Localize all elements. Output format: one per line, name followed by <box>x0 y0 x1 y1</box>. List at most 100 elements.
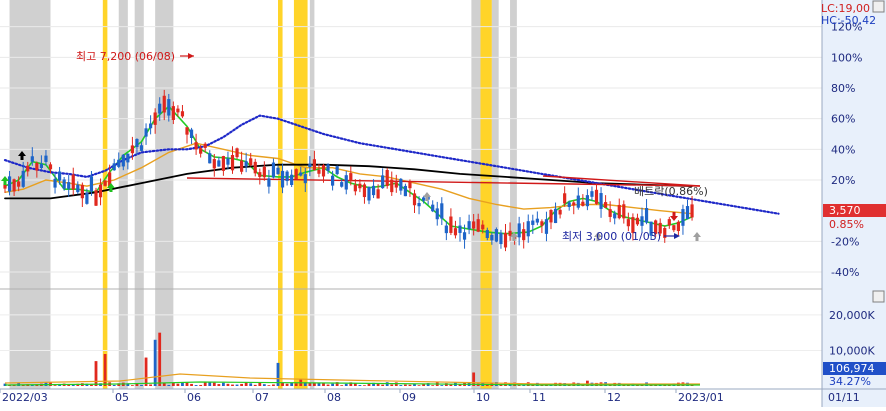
candle-body <box>76 184 80 193</box>
price-tick-label: 100% <box>831 51 862 64</box>
candle-body <box>158 103 162 114</box>
volume-bar <box>417 385 421 386</box>
candle-body <box>622 204 626 219</box>
candle-body <box>331 175 335 186</box>
candle-body <box>640 216 644 226</box>
volume-bar <box>140 384 143 386</box>
volume-bar <box>53 385 57 386</box>
x-tick-label: 08 <box>327 391 341 404</box>
stock-chart[interactable]: 120%100%80%60%40%20%-20%-40% 20,000K10,0… <box>0 0 886 407</box>
candle-body <box>403 185 407 197</box>
candle-body <box>522 229 526 241</box>
volume-bar <box>240 383 243 386</box>
candle-body <box>340 182 344 187</box>
shaded-period <box>309 0 315 389</box>
volume-bar <box>167 384 171 386</box>
candle-body <box>153 112 157 125</box>
candle-body <box>544 219 549 234</box>
price-tick-label: -20% <box>831 235 859 248</box>
candle-body <box>540 221 544 226</box>
price-tick-label: 40% <box>831 143 855 156</box>
volume-bar <box>171 382 175 386</box>
candle-body <box>53 178 57 188</box>
candle-body <box>176 108 180 113</box>
candle-body <box>453 228 458 236</box>
x-tick-label: 11 <box>532 391 546 404</box>
volume-bar <box>267 385 271 386</box>
candle-body <box>312 159 316 171</box>
candle-body <box>563 193 567 204</box>
shaded-period <box>480 0 492 389</box>
candle-body <box>230 155 235 171</box>
volume-bar <box>440 385 444 386</box>
candle-body <box>285 171 289 182</box>
ratio-annotation: 배트락(0.86%) <box>634 185 708 198</box>
candle-body <box>385 170 389 186</box>
candle-body <box>399 178 403 191</box>
candle-body <box>644 208 649 223</box>
price-badge-pct: 0.85% <box>829 218 864 231</box>
volume-bar <box>326 384 330 386</box>
volume-bar <box>212 382 216 386</box>
volume-bar <box>449 384 453 386</box>
candle-body <box>585 195 589 207</box>
x-tick-label: 2022/03 <box>2 391 48 404</box>
candle-body <box>417 203 421 207</box>
volume-bar <box>199 384 203 386</box>
volume-bar <box>217 384 221 386</box>
collapse-button-price[interactable] <box>872 0 885 13</box>
candle-body <box>572 202 576 206</box>
x-tick-label: 01/11 <box>828 391 860 404</box>
volume-bar <box>90 384 93 386</box>
volume-bar <box>176 383 180 386</box>
volume-bar <box>194 385 198 386</box>
candle-body <box>185 127 189 135</box>
candle-body <box>472 221 476 229</box>
volume-tick-label: 10,000K <box>829 344 875 357</box>
candle-body <box>494 229 498 242</box>
candle-body <box>226 158 230 165</box>
candle-body <box>353 184 357 192</box>
candle-body <box>635 217 640 225</box>
volume-bar <box>158 332 162 386</box>
candle-body <box>667 219 671 226</box>
volume-bar <box>208 382 212 386</box>
candle-body <box>676 221 680 232</box>
volume-bar <box>112 385 116 386</box>
candle-body <box>17 181 21 187</box>
candle-body <box>462 232 467 240</box>
candle-body <box>290 174 294 185</box>
candle-body <box>126 153 130 163</box>
candle-body <box>271 162 276 178</box>
volume-bar <box>262 384 266 386</box>
candle-body <box>681 209 685 226</box>
candle-body <box>221 156 225 171</box>
candle-body <box>253 161 257 174</box>
candle-body <box>208 153 212 164</box>
candle-body <box>21 170 25 187</box>
candle-body <box>485 229 489 239</box>
volume-bar <box>340 385 344 386</box>
x-tick-label: 07 <box>255 391 269 404</box>
volume-bar <box>226 383 230 386</box>
candle-body <box>381 175 385 189</box>
candle-body <box>608 209 612 217</box>
candle-body <box>394 182 398 188</box>
high-annotation: 최고 7,200 (06/08) <box>76 50 175 63</box>
candle-body <box>144 128 148 137</box>
candle-body <box>326 164 330 171</box>
collapse-button-volume[interactable] <box>872 290 885 303</box>
candle-body <box>276 167 280 175</box>
volume-bar <box>358 385 362 386</box>
candle-body <box>553 208 558 224</box>
volume-bar <box>235 384 239 386</box>
candle-body <box>503 232 508 248</box>
candle-body <box>262 166 266 178</box>
volume-bar <box>153 339 157 386</box>
candle-body <box>672 225 676 231</box>
candle-body <box>412 193 417 206</box>
candle-body <box>117 159 121 167</box>
candle-body <box>244 161 248 167</box>
hc-label: HC:-50,42 <box>821 14 876 27</box>
candle-body <box>139 145 144 151</box>
